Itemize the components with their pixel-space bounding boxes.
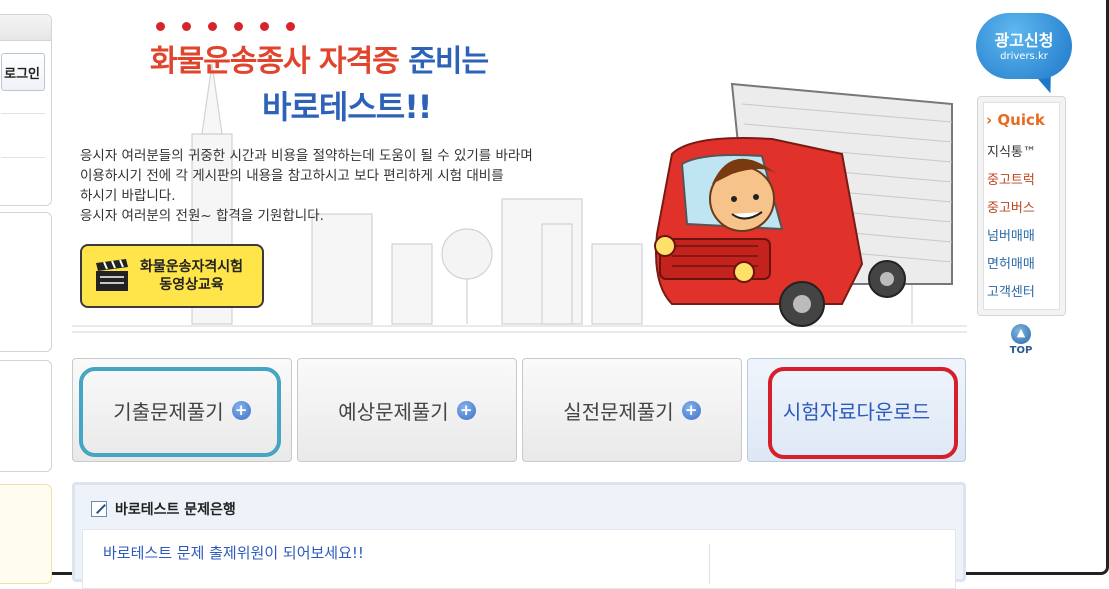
- hero-subtitle: 바로테스트!!: [262, 88, 432, 126]
- login-button[interactable]: 로그인: [1, 53, 45, 91]
- login-panel: 로그인: [0, 14, 52, 206]
- quick-item[interactable]: 중고트럭: [987, 171, 1036, 199]
- question-bank-content: 바로테스트 문제 출제위원이 되어보세요!!: [82, 529, 956, 589]
- login-button-label: 로그인: [4, 66, 40, 82]
- desc-line: 하시기 바랍니다.: [80, 188, 176, 204]
- highlight-outline: [768, 367, 958, 459]
- hero-title-red: 화물운송종사 자격증: [150, 44, 400, 79]
- hero-title-blue: 준비는: [408, 44, 489, 79]
- quick-item[interactable]: 지식통™: [987, 143, 1036, 171]
- quick-list: 지식통™ 중고트럭 중고버스 넘버매매 면허매매 고객센터: [987, 143, 1036, 311]
- quick-item[interactable]: 면허매매: [987, 255, 1036, 283]
- divider: [1, 113, 45, 114]
- quick-title: › Quick: [986, 111, 1045, 129]
- quick-menu: › Quick 지식통™ 중고트럭 중고버스 넘버매매 면허매매 고객센터: [977, 96, 1066, 316]
- scroll-top-button[interactable]: ▲ TOP: [1006, 324, 1036, 356]
- become-examiner-link[interactable]: 바로테스트 문제 출제위원이 되어보세요!!: [103, 542, 364, 563]
- quick-item[interactable]: 넘버매매: [987, 227, 1036, 255]
- exam-material-download-button[interactable]: 시험자료다운로드: [747, 358, 966, 462]
- desc-line: 응시자 여러분의 전원~ 합격을 기원합니다.: [80, 208, 324, 224]
- sidebar-panel: [0, 212, 52, 352]
- sidebar-panel: [0, 484, 52, 584]
- login-panel-header: [0, 15, 51, 41]
- divider: [709, 544, 710, 584]
- clapperboard-icon: [96, 259, 128, 291]
- hero-title: 화물운송종사 자격증 준비는: [150, 36, 489, 80]
- plus-icon: +: [681, 400, 701, 420]
- video-button-label: 화물운송자격시험 동영상교육: [140, 258, 243, 294]
- desc-line: 응시자 여러분들의 귀중한 시간과 비용을 절약하는데 도움이 될 수 있기를 …: [80, 148, 533, 164]
- desc-line: 이용하시기 전에 각 게시판의 내용을 참고하시고 보다 편리하게 시험 대비를: [80, 168, 504, 184]
- video-education-button[interactable]: 화물운송자격시험 동영상교육: [80, 244, 264, 308]
- question-bank-panel: 바로테스트 문제은행 바로테스트 문제 출제위원이 되어보세요!!: [72, 482, 966, 589]
- top-label: TOP: [1009, 345, 1033, 356]
- quick-item[interactable]: 중고버스: [987, 199, 1036, 227]
- video-button-line1: 화물운송자격시험: [140, 259, 244, 275]
- video-button-line2: 동영상교육: [159, 277, 224, 293]
- question-bank-title: 바로테스트 문제은행: [115, 502, 236, 518]
- ad-site: drivers.kr: [1000, 51, 1048, 62]
- sidebar-panel: [0, 360, 52, 472]
- divider: [1, 157, 45, 158]
- plus-icon: +: [456, 400, 476, 420]
- practice-exam-label: 실전문제풀기: [563, 399, 674, 424]
- title-dots: [156, 22, 295, 31]
- hero-banner: 화물운송종사 자격증 준비는 바로테스트!! 응시자 여러분들의 귀중한 시간과…: [72, 14, 967, 344]
- expected-exam-button[interactable]: 예상문제풀기 +: [297, 358, 517, 462]
- hero-description: 응시자 여러분들의 귀중한 시간과 비용을 절약하는데 도움이 될 수 있기를 …: [80, 146, 640, 226]
- past-exam-button[interactable]: 기출문제풀기 +: [72, 358, 292, 462]
- highlight-outline: [79, 367, 281, 457]
- quick-item[interactable]: 고객센터: [987, 283, 1036, 311]
- pencil-icon: [91, 501, 107, 517]
- truck-illustration: [654, 82, 953, 327]
- expected-exam-label: 예상문제풀기: [338, 399, 449, 424]
- ad-request-button[interactable]: 광고신청 drivers.kr: [976, 13, 1072, 79]
- question-bank-header: 바로테스트 문제은행: [91, 499, 236, 519]
- arrow-up-icon: ▲: [1011, 324, 1031, 344]
- ad-title: 광고신청: [994, 31, 1054, 50]
- practice-exam-button[interactable]: 실전문제풀기 +: [522, 358, 742, 462]
